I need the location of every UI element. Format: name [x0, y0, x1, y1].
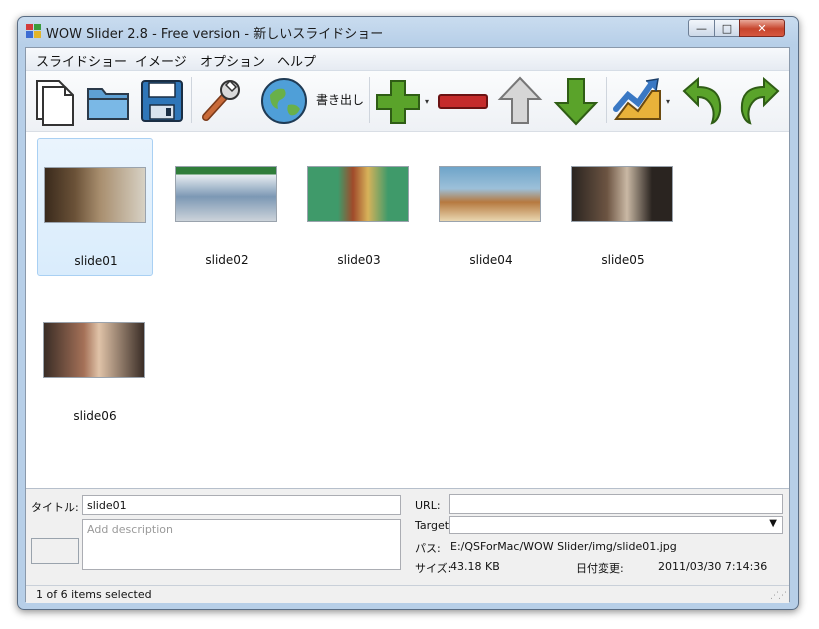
close-icon: ✕ — [757, 21, 767, 35]
open-folder-icon[interactable] — [84, 75, 132, 127]
toolbar-separator — [606, 77, 607, 123]
details-panel: タイトル: slide01 Add description URL: Targe… — [26, 489, 789, 585]
slide-thumbnail — [43, 322, 145, 378]
slide-thumbnail — [44, 167, 146, 223]
slide-tile[interactable]: slide02 — [169, 138, 285, 276]
minimize-icon: — — [696, 21, 707, 35]
slide-thumbnail — [571, 166, 673, 222]
menu-help[interactable]: ヘルプ — [277, 51, 316, 70]
size-label: サイズ: — [415, 562, 452, 575]
slide-list[interactable]: slide01 slide02 slide03 slide04 slide05 … — [26, 132, 789, 489]
add-dropdown-icon[interactable]: ▾ — [425, 97, 429, 106]
slide-tile[interactable]: slide03 — [301, 138, 417, 276]
toolbar: 書き出し ▾ ▾ — [26, 71, 789, 132]
target-select[interactable]: ▼ — [449, 516, 783, 534]
undo-icon[interactable] — [678, 75, 728, 127]
title-bar[interactable]: WOW Slider 2.8 - Free version - 新しいスライドシ… — [18, 17, 798, 45]
slide-tile[interactable]: slide01 — [37, 138, 153, 276]
maximize-icon: □ — [721, 21, 733, 35]
app-icon — [26, 24, 41, 38]
remove-minus-icon[interactable] — [436, 75, 490, 127]
globe-icon[interactable] — [258, 75, 310, 127]
slide-label: slide06 — [73, 409, 117, 423]
status-text: 1 of 6 items selected — [36, 588, 152, 601]
slide-tile[interactable]: slide06 — [37, 294, 153, 432]
date-label: 日付変更: — [576, 562, 624, 575]
new-document-icon[interactable] — [31, 75, 79, 127]
title-field[interactable]: slide01 — [82, 495, 401, 515]
menu-options[interactable]: オプション — [200, 51, 265, 70]
slide-label: slide04 — [469, 253, 513, 267]
target-label: Target — [415, 519, 450, 532]
save-disk-icon[interactable] — [138, 75, 186, 127]
app-window: WOW Slider 2.8 - Free version - 新しいスライドシ… — [17, 16, 799, 610]
chevron-down-icon: ▼ — [769, 518, 777, 529]
window-title: WOW Slider 2.8 - Free version - 新しいスライドシ… — [46, 27, 384, 42]
slide-label: slide01 — [74, 254, 118, 268]
toolbar-separator — [191, 77, 192, 123]
minimize-button[interactable]: — — [688, 19, 715, 37]
slide-label: slide05 — [601, 253, 645, 267]
slide-label: slide02 — [205, 253, 249, 267]
url-label: URL: — [415, 499, 441, 512]
add-plus-icon[interactable] — [374, 75, 422, 127]
maximize-button[interactable]: □ — [714, 19, 740, 37]
menu-slideshow[interactable]: スライドショー — [36, 51, 127, 70]
path-label: パス: — [415, 542, 441, 555]
path-value: E:/QSForMac/WOW Slider/img/slide01.jpg — [450, 540, 677, 553]
slide-thumbnail — [439, 166, 541, 222]
slide-label: slide03 — [337, 253, 381, 267]
redo-icon[interactable] — [734, 75, 784, 127]
selected-slide-thumbnail — [31, 538, 79, 564]
menu-bar: スライドショー イメージ オプション ヘルプ — [26, 48, 789, 71]
chart-effect-icon[interactable] — [612, 75, 664, 127]
close-button[interactable]: ✕ — [739, 19, 785, 37]
slide-thumbnail — [307, 166, 409, 222]
menu-image[interactable]: イメージ — [135, 51, 187, 70]
status-bar: 1 of 6 items selected ⋰⋰ — [26, 585, 789, 603]
slide-tile[interactable]: slide05 — [565, 138, 681, 276]
url-field[interactable] — [449, 494, 783, 514]
toolbar-separator — [369, 77, 370, 123]
move-down-arrow-icon[interactable] — [552, 75, 600, 127]
wrench-icon[interactable] — [196, 75, 244, 127]
client-area: スライドショー イメージ オプション ヘルプ 書き出し ▾ ▾ slide01 … — [25, 47, 790, 603]
date-value: 2011/03/30 7:14:36 — [658, 560, 768, 573]
size-value: 43.18 KB — [450, 560, 500, 573]
resize-grip-icon[interactable]: ⋰⋰ — [770, 591, 787, 601]
effect-dropdown-icon[interactable]: ▾ — [666, 97, 670, 106]
title-label: タイトル: — [31, 501, 79, 514]
description-field[interactable]: Add description — [82, 519, 401, 570]
slide-thumbnail — [175, 166, 277, 222]
slide-tile[interactable]: slide04 — [433, 138, 549, 276]
export-label[interactable]: 書き出し — [316, 91, 364, 108]
move-up-arrow-icon[interactable] — [496, 75, 544, 127]
